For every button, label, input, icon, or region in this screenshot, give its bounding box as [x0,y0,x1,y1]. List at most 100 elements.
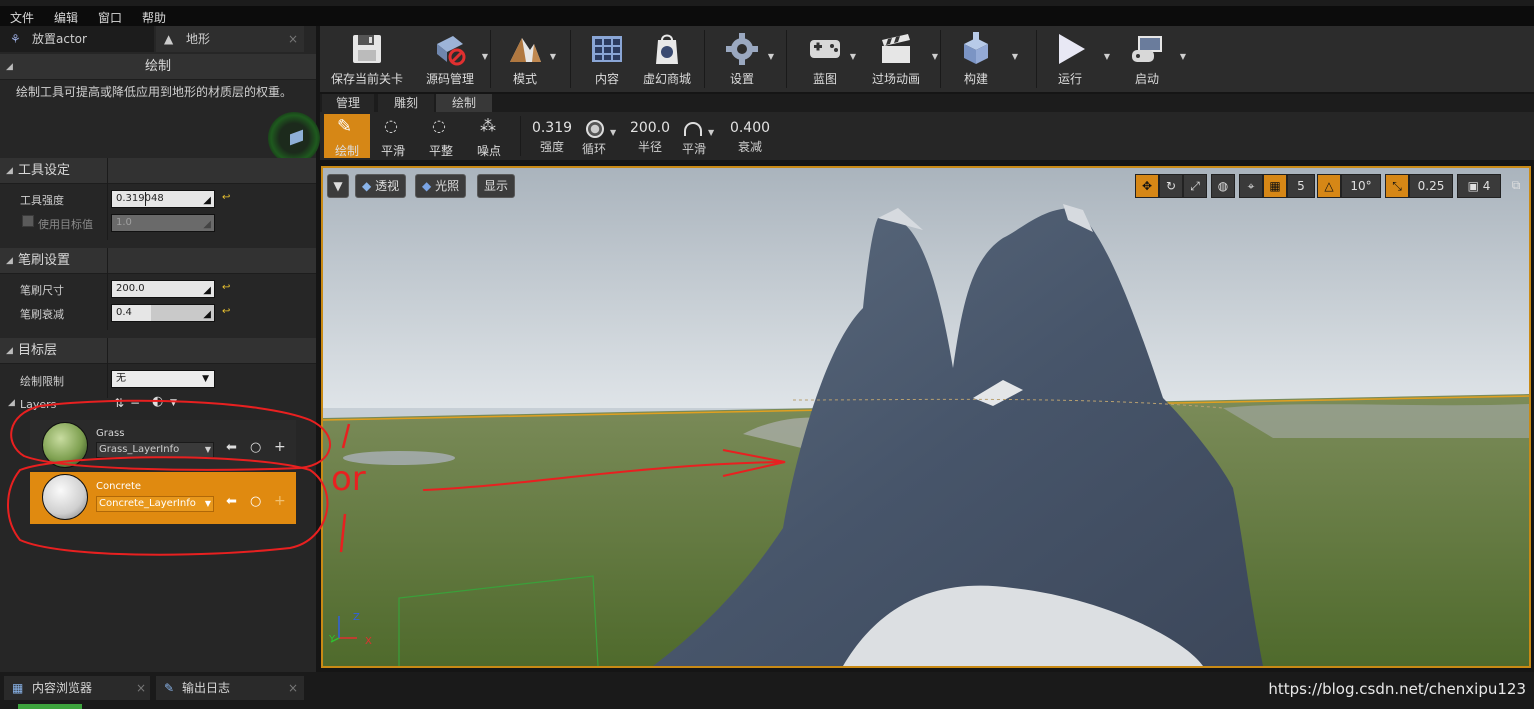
brush-settings-header[interactable]: ◢ 笔刷设置 [0,248,316,274]
noise-tool-button[interactable]: ⁂ 噪点 [466,114,512,158]
smooth-tool-button[interactable]: ◌ 平滑 [370,114,416,158]
layer-row-concrete[interactable]: Concrete Concrete_LayerInfo ▼ ⬅ ○ + [30,472,296,524]
tab-manage[interactable]: 管理 [322,94,374,112]
strength-value[interactable]: 0.319 强度 [528,120,576,155]
tab-paint[interactable]: 绘制 [436,94,492,112]
viewport-options-button[interactable]: ▼ [327,174,349,198]
close-icon[interactable]: × [136,676,146,700]
perspective-button[interactable]: ◆ 透视 [355,174,407,198]
eye-icon[interactable]: ◐ [152,394,163,409]
level-viewport[interactable]: or Z Y X ▼ ◆ 透视 ◆ 光照 显示 ✥ ↻ ⤢ ◍ ⌖ ▦ 5 △ … [321,166,1531,668]
concrete-thumbnail [42,474,88,520]
output-log-icon: ✎ [164,681,175,695]
paint-tool-button[interactable]: ✎ 绘制 [324,114,370,158]
chevron-down-icon[interactable]: ▼ [932,52,938,61]
chevron-down-icon[interactable]: ▼ [170,398,177,408]
tab-place-actor[interactable]: ⚘ 放置actor [0,26,154,52]
paint-restriction-label: 绘制限制 [20,375,64,388]
tab-output-log[interactable]: ✎ 输出日志 × [156,676,304,700]
build-button[interactable]: 构建 ▼ [946,26,1018,92]
chevron-down-icon[interactable]: ▼ [550,52,556,61]
layer-row-grass[interactable]: Grass Grass_LayerInfo ▼ ⬅ ○ + [30,420,296,470]
paint-header[interactable]: ◢ 绘制 [0,54,316,80]
source-control-button[interactable]: 源码管理 ▼ [412,26,488,92]
tab-content-browser[interactable]: ▦ 内容浏览器 × [4,676,150,700]
reset-icon[interactable]: ↩ [222,192,230,203]
surface-snap-button[interactable]: ⌖ [1239,174,1263,198]
chevron-down-icon: ▼ [204,445,211,454]
plus-icon[interactable]: + [274,493,286,509]
menu-help[interactable]: 帮助 [142,9,166,26]
tool-strength-label: 工具强度 [20,194,64,207]
tool-settings-header[interactable]: ◢ 工具设定 [0,158,316,184]
save-level-button[interactable]: 保存当前关卡 [324,26,410,92]
rotate-mode-button[interactable]: ↻ [1159,174,1183,198]
menu-window[interactable]: 窗口 [98,9,122,26]
radius-value[interactable]: 200.0 半径 [626,120,674,155]
layer-info-select[interactable]: Grass_LayerInfo ▼ [96,442,214,458]
reset-icon[interactable]: ↩ [222,306,230,317]
brush-falloff-input[interactable]: 0.4 ◢ [111,304,215,322]
use-target-checkbox[interactable] [22,215,34,227]
camera-speed-select[interactable]: ▣ 4 [1457,174,1501,198]
brush-size-input[interactable]: 200.0 ◢ [111,280,215,298]
tab-sculpt[interactable]: 雕刻 [378,94,434,112]
reset-icon[interactable]: ↩ [222,282,230,293]
menu-file[interactable]: 文件 [10,9,34,26]
chevron-down-icon[interactable]: ▼ [1012,52,1018,61]
tool-strength-input[interactable]: 0.319048 ◢ [111,190,215,208]
close-icon[interactable]: × [288,26,298,52]
paint-restriction-select[interactable]: 无 ▼ [111,370,215,388]
menu-edit[interactable]: 编辑 [54,9,78,26]
search-icon[interactable]: ○ [250,494,261,509]
maximize-viewport-button[interactable]: ⧉ [1507,174,1525,198]
scale-size-select[interactable]: 0.25 [1409,174,1453,198]
rotation-size-select[interactable]: 10° [1341,174,1381,198]
brush-circle-selector[interactable]: ▼ 循环 [576,120,632,157]
cinematics-button[interactable]: 过场动画 ▼ [860,26,938,92]
scale-snap-button[interactable]: ⤡ [1385,174,1409,198]
lit-button[interactable]: ◆ 光照 [415,174,467,198]
flatten-tool-button[interactable]: ◌ 平整 [418,114,464,158]
chevron-down-icon[interactable]: ▼ [1180,52,1186,61]
chevron-down-icon[interactable]: ▼ [1104,52,1110,61]
grid-size-select[interactable]: 5 [1287,174,1315,198]
collapse-icon: ◢ [6,346,13,356]
paint-brush-icon: ✎ [337,116,353,137]
scale-mode-button[interactable]: ⤢ [1183,174,1207,198]
launch-button[interactable]: 启动 ▼ [1116,26,1186,92]
falloff-value[interactable]: 0.400 衰减 [726,120,774,155]
resize-icon: ◢ [203,219,211,230]
marketplace-button[interactable]: 虚幻商城 [636,26,698,92]
blueprints-button[interactable]: 蓝图 ▼ [794,26,856,92]
world-space-button[interactable]: ◍ [1211,174,1235,198]
arrow-left-icon[interactable]: ⬅ [226,494,237,509]
collapse-icon[interactable]: ◢ [8,398,15,408]
search-icon[interactable]: ○ [250,440,261,455]
translate-mode-button[interactable]: ✥ [1135,174,1159,198]
play-button[interactable]: 运行 ▼ [1042,26,1110,92]
chevron-down-icon[interactable]: ▼ [482,52,488,61]
scale-icon: ⤢ [1190,179,1200,193]
content-button[interactable]: 内容 [574,26,640,92]
target-layers-header[interactable]: ◢ 目标层 [0,338,316,364]
minus-icon[interactable]: − [130,396,140,410]
chevron-down-icon[interactable]: ▼ [768,52,774,61]
chevron-down-icon: ▼ [708,128,715,137]
settings-button[interactable]: 设置 ▼ [710,26,774,92]
arrow-left-icon[interactable]: ⬅ [226,440,237,455]
lit-sphere-icon: ◆ [422,179,432,193]
sort-icon[interactable]: ⇅ [114,396,124,410]
falloff-type-selector[interactable]: ▼ 平滑 [676,120,728,157]
watermark: https://blog.csdn.net/chenxipu123 [1268,680,1526,698]
layer-info-select[interactable]: Concrete_LayerInfo ▼ [96,496,214,512]
show-button[interactable]: 显示 [477,174,516,198]
landscape-mode-tabs: 管理 雕刻 绘制 [320,94,1534,112]
modes-button[interactable]: 模式 ▼ [494,26,556,92]
grid-snap-button[interactable]: ▦ [1263,174,1287,198]
plus-icon[interactable]: + [274,439,286,455]
rotation-snap-button[interactable]: △ [1317,174,1341,198]
chevron-down-icon[interactable]: ▼ [850,52,856,61]
close-icon[interactable]: × [288,676,298,700]
tab-landscape[interactable]: ▲ 地形 × [156,26,304,52]
